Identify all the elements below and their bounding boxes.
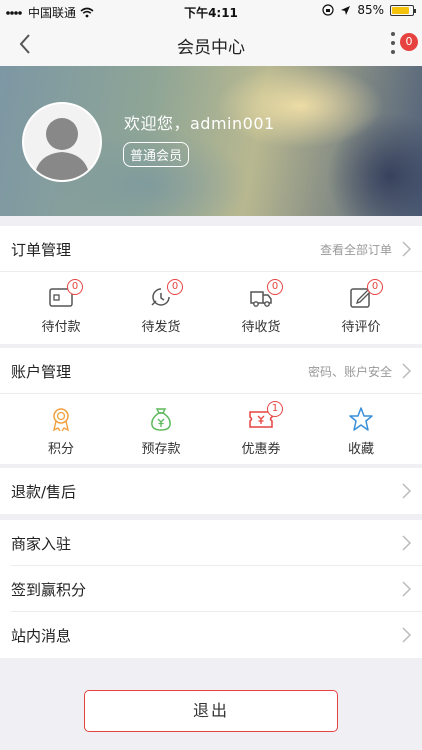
profile-banner: 欢迎您，admin001 普通会员 [0,66,422,216]
account-favorites-label: 收藏 [347,442,374,457]
chevron-right-icon [402,241,412,257]
logout-button[interactable]: 退出 [84,690,338,732]
account-points[interactable]: 积分 [11,394,111,466]
chevron-right-icon [402,535,412,551]
menu-item-checkin[interactable]: 签到赢积分 [0,566,422,612]
more-menu-icon[interactable] [390,32,396,54]
count-badge: 0 [167,279,183,295]
welcome-text: 欢迎您，admin001 [124,114,275,133]
view-all-orders-link[interactable]: 查看全部订单 [320,241,392,258]
account-management-header[interactable]: 账户管理 密码、账户安全 [0,348,422,394]
location-icon [341,5,351,15]
notification-badge[interactable]: 0 [400,33,418,51]
status-bar: 中国联通 下午4:11 85% [0,0,422,22]
account-points-label: 积分 [47,442,74,457]
order-pending-review[interactable]: 0 待评价 [311,272,411,344]
star-icon [349,407,373,431]
avatar[interactable] [22,102,102,182]
count-badge: 1 [267,401,283,417]
refund-label: 退款/售后 [11,483,77,501]
battery-icon [390,4,416,16]
account-favorites[interactable]: 收藏 [311,394,411,466]
account-security-link[interactable]: 密码、账户安全 [308,363,392,380]
menu-item-merchant[interactable]: 商家入驻 [0,520,422,566]
chevron-right-icon [402,627,412,643]
count-badge: 0 [67,279,83,295]
account-prepaid-label: 预存款 [141,442,181,457]
order-pending-shipment[interactable]: 0 待发货 [111,272,211,344]
menu-item-refund[interactable]: 退款/售后 [0,468,422,514]
chevron-right-icon [402,581,412,597]
order-pending-receipt[interactable]: 0 待收货 [211,272,311,344]
page-title: 会员中心 [177,38,245,58]
messages-label: 站内消息 [11,627,72,645]
order-status-row: 0 待付款 0 待发货 0 待收货 0 待评价 [0,272,422,344]
chevron-right-icon [402,363,412,379]
status-right: 85% [322,3,416,17]
account-management-section: 账户管理 密码、账户安全 积分 预存款 1 优惠券 收藏 [0,348,422,464]
checkin-label: 签到赢积分 [11,581,87,599]
user-silhouette-icon [24,104,100,180]
account-items-row: 积分 预存款 1 优惠券 收藏 [0,394,422,466]
chevron-right-icon [402,483,412,499]
account-prepaid[interactable]: 预存款 [111,394,211,466]
order-pending-review-label: 待评价 [341,320,381,335]
order-pending-payment[interactable]: 0 待付款 [11,272,111,344]
order-pending-shipment-label: 待发货 [141,320,181,335]
count-badge: 0 [267,279,283,295]
order-management-section: 订单管理 查看全部订单 0 待付款 0 待发货 0 待收货 0 待评价 [0,226,422,344]
account-coupons[interactable]: 1 优惠券 [211,394,311,466]
orientation-lock-icon [322,4,334,16]
count-badge: 0 [367,279,383,295]
order-pending-receipt-label: 待收货 [241,320,281,335]
order-management-header[interactable]: 订单管理 查看全部订单 [0,226,422,272]
menu-item-messages[interactable]: 站内消息 [0,612,422,658]
order-management-title: 订单管理 [11,241,72,259]
member-level-badge: 普通会员 [123,142,190,167]
medal-icon [52,408,70,432]
order-pending-payment-label: 待付款 [41,320,81,335]
account-coupons-label: 优惠券 [241,442,281,457]
nav-bar: 会员中心 0 [0,22,422,66]
money-bag-icon [151,408,171,431]
battery-fill [392,6,409,14]
merchant-label: 商家入驻 [11,535,72,553]
battery-percent: 85% [357,3,384,17]
account-management-title: 账户管理 [11,363,72,381]
